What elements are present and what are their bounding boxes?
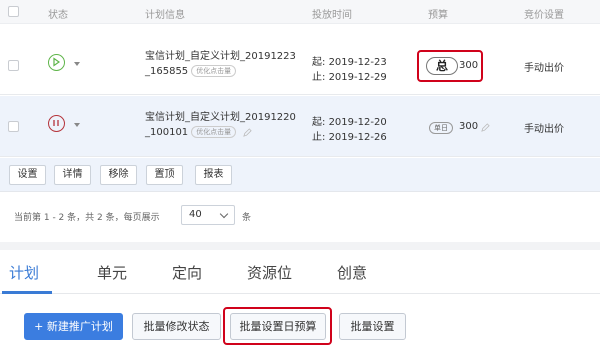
bottom-toolbar: + 新建推广计划 批量修改状态 批量设置日预算 批量设置 — [0, 294, 600, 348]
header-schedule: 投放时间 — [312, 10, 352, 21]
play-status-icon[interactable] — [48, 54, 65, 71]
pin-button[interactable]: 置顶 — [146, 165, 183, 185]
budget-value[interactable]: 300 — [459, 121, 478, 132]
optimize-clicks-tag: 优化点击量 — [191, 126, 237, 138]
select-all-checkbox[interactable] — [8, 6, 19, 17]
budget-value[interactable]: 300 — [459, 60, 478, 71]
status-dropdown-caret-icon[interactable] — [74, 62, 80, 66]
edit-pencil-icon[interactable] — [481, 123, 490, 132]
plan-name[interactable]: 宝信计划_自定义计划_20191223 _165855 优化点击量 — [145, 49, 296, 79]
tab-placement[interactable]: 资源位 — [247, 262, 292, 283]
pager-summary: 当前第 1 - 2 条，共 2 条，每页展示 — [14, 213, 160, 223]
total-budget-badge: 总 — [426, 57, 458, 75]
pager-unit: 条 — [242, 213, 252, 223]
plan-name[interactable]: 宝信计划_自定义计划_20191220 _100101 优化点击量 — [145, 110, 296, 140]
batch-status-button[interactable]: 批量修改状态 — [132, 313, 221, 340]
daily-budget-badge: 单日 — [429, 122, 453, 134]
end-date: 止: 2019-12-29 — [312, 72, 387, 83]
settings-button[interactable]: 设置 — [9, 165, 46, 185]
start-date: 起: 2019-12-23 — [312, 57, 387, 68]
edit-pencil-icon[interactable] — [243, 127, 253, 137]
optimize-clicks-tag: 优化点击量 — [191, 65, 237, 77]
new-plan-button[interactable]: + 新建推广计划 — [24, 313, 123, 340]
tab-unit[interactable]: 单元 — [97, 262, 127, 283]
header-status: 状态 — [48, 10, 68, 21]
batch-daily-budget-button[interactable]: 批量设置日预算 — [230, 313, 326, 340]
row-actions-bar: 设置 详情 移除 置顶 报表 — [0, 158, 600, 192]
plan-name-line1: 宝信计划_自定义计划_20191223 — [145, 51, 296, 62]
tab-targeting[interactable]: 定向 — [172, 262, 202, 283]
table-row: 宝信计划_自定义计划_20191223 _165855 优化点击量 起: 2019… — [0, 24, 600, 95]
pause-status-icon[interactable] — [48, 115, 65, 132]
chevron-down-icon — [219, 209, 229, 219]
tab-plan[interactable]: 计划 — [9, 262, 39, 283]
plan-name-line1: 宝信计划_自定义计划_20191220 — [145, 112, 296, 123]
header-plan-info: 计划信息 — [145, 10, 185, 21]
header-budget: 预算 — [428, 10, 448, 21]
header-bidding: 竞价设置 — [524, 10, 564, 21]
tab-bar: 计划 单元 定向 资源位 创意 — [0, 250, 600, 294]
plan-name-line2: _165855 — [145, 66, 189, 77]
page-size-value: 40 — [189, 209, 202, 220]
report-button[interactable]: 报表 — [195, 165, 232, 185]
table-row: 宝信计划_自定义计划_20191220 _100101 优化点击量 起: 2019… — [0, 96, 600, 157]
section-divider — [0, 242, 600, 250]
plan-name-line2: _100101 — [145, 127, 189, 138]
status-dropdown-caret-icon[interactable] — [74, 123, 80, 127]
remove-button[interactable]: 移除 — [100, 165, 137, 185]
row-checkbox[interactable] — [8, 60, 19, 71]
table-header: 状态 计划信息 投放时间 预算 竞价设置 — [0, 0, 600, 24]
page-size-select[interactable]: 40 — [181, 205, 235, 225]
pagination: 当前第 1 - 2 条，共 2 条，每页展示 40 条 — [0, 192, 600, 242]
tab-creative[interactable]: 创意 — [337, 262, 367, 283]
row-checkbox[interactable] — [8, 121, 19, 132]
batch-settings-button[interactable]: 批量设置 — [339, 313, 406, 340]
end-date: 止: 2019-12-26 — [312, 132, 387, 143]
details-button[interactable]: 详情 — [54, 165, 91, 185]
start-date: 起: 2019-12-20 — [312, 117, 387, 128]
bid-mode: 手动出价 — [524, 124, 564, 135]
bid-mode: 手动出价 — [524, 63, 564, 74]
